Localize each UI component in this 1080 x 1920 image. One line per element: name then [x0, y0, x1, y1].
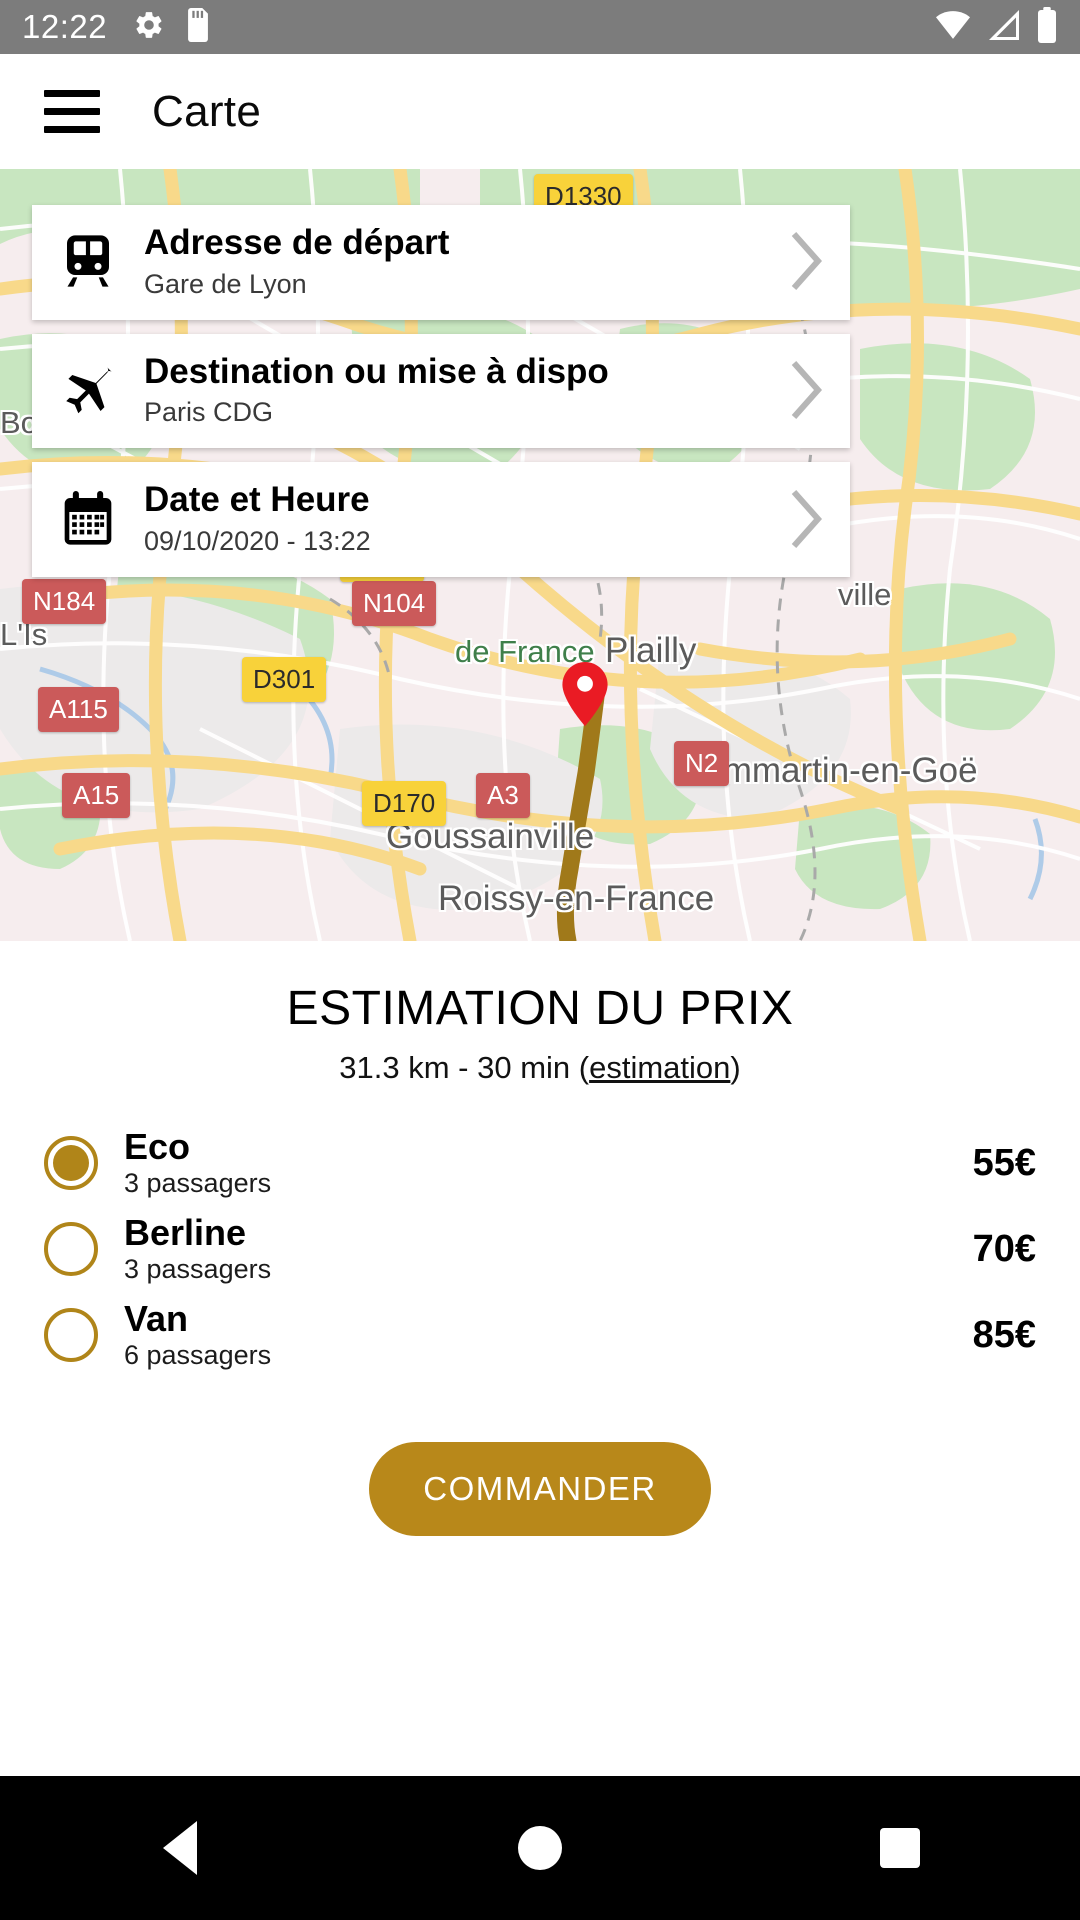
- vehicle-name: Berline: [124, 1211, 247, 1253]
- android-nav-bar: [0, 1776, 1080, 1920]
- datetime-field[interactable]: Date et Heure 09/10/2020 - 13:22: [32, 462, 850, 577]
- back-triangle-icon: [163, 1821, 197, 1875]
- vehicle-option-text: Berline 3 passagers: [124, 1211, 973, 1284]
- signal-icon: [986, 8, 1022, 47]
- map-view[interactable]: Saint-Maximin de France Plailly Dammarti…: [0, 169, 1080, 941]
- road-shield: A115: [38, 687, 119, 732]
- vehicle-name: Eco: [124, 1125, 191, 1167]
- estimation-suffix: ): [730, 1050, 741, 1085]
- datetime-body: Date et Heure 09/10/2020 - 13:22: [144, 480, 762, 557]
- nav-back-button[interactable]: [120, 1821, 240, 1875]
- airplane-icon: [32, 361, 144, 419]
- map-label: ville: [838, 577, 892, 612]
- vehicle-passengers: 6 passagers: [124, 1339, 272, 1370]
- hamburger-menu-icon[interactable]: [44, 90, 100, 133]
- vehicle-price: 85€: [972, 1313, 1036, 1356]
- location-pin-marker: [562, 662, 608, 726]
- price-estimation-section: ESTIMATION DU PRIX 31.3 km - 30 min (est…: [0, 941, 1080, 1086]
- vehicle-option-van[interactable]: Van 6 passagers 85€: [0, 1292, 1080, 1378]
- app-bar: Carte: [0, 54, 1080, 169]
- status-right-icons: [934, 6, 1058, 48]
- datetime-label: Date et Heure: [144, 480, 370, 520]
- settings-gear-icon: [133, 9, 165, 46]
- hamburger-line: [44, 126, 100, 133]
- road-shield: N104: [352, 581, 437, 626]
- train-icon: [32, 233, 144, 289]
- estimation-link[interactable]: estimation: [589, 1050, 730, 1085]
- destination-field[interactable]: Destination ou mise à dispo Paris CDG: [32, 333, 850, 449]
- road-shield: N2: [674, 741, 730, 786]
- home-circle-icon: [518, 1826, 562, 1870]
- sd-card-icon: [185, 7, 211, 47]
- vehicle-name: Van: [124, 1297, 189, 1339]
- hamburger-line: [44, 108, 100, 115]
- trip-form: Adresse de départ Gare de Lyon Destinati…: [32, 205, 850, 577]
- departure-address-value: Gare de Lyon: [144, 268, 307, 299]
- road-shield: D301: [242, 657, 327, 702]
- wifi-icon: [934, 8, 972, 47]
- departure-address-field[interactable]: Adresse de départ Gare de Lyon: [32, 205, 850, 320]
- departure-address-body: Adresse de départ Gare de Lyon: [144, 223, 762, 300]
- road-shield: N184: [22, 579, 107, 624]
- road-shield: A15: [62, 773, 131, 818]
- vehicle-price: 70€: [972, 1227, 1036, 1270]
- radio-van[interactable]: [44, 1308, 98, 1362]
- map-label: Plailly: [605, 631, 697, 670]
- vehicle-option-eco[interactable]: Eco 3 passagers 55€: [0, 1120, 1080, 1206]
- vehicle-option-text: Eco 3 passagers: [124, 1125, 973, 1198]
- chevron-right-icon[interactable]: [762, 231, 850, 291]
- radio-eco[interactable]: [44, 1136, 98, 1190]
- vehicle-options-list: Eco 3 passagers 55€ Berline 3 passagers …: [0, 1120, 1080, 1378]
- battery-icon: [1036, 6, 1058, 48]
- chevron-right-icon[interactable]: [762, 360, 850, 420]
- status-left-icons: [133, 7, 211, 47]
- departure-address-label: Adresse de départ: [144, 223, 450, 262]
- road-shield: A3: [476, 773, 530, 818]
- status-bar: 12:22: [0, 0, 1080, 54]
- status-time: 12:22: [22, 8, 108, 45]
- vehicle-option-berline[interactable]: Berline 3 passagers 70€: [0, 1206, 1080, 1292]
- road-shield: D170: [362, 781, 447, 826]
- vehicle-passengers: 3 passagers: [124, 1253, 272, 1284]
- estimation-details: 31.3 km - 30 min (estimation): [0, 1050, 1080, 1086]
- vehicle-option-text: Van 6 passagers: [124, 1297, 973, 1370]
- recents-square-icon: [880, 1828, 920, 1868]
- destination-value: Paris CDG: [144, 397, 274, 428]
- page-title: Carte: [152, 86, 262, 136]
- vehicle-price: 55€: [972, 1141, 1036, 1184]
- estimation-distance-time: 31.3 km - 30 min (: [339, 1050, 590, 1085]
- radio-berline[interactable]: [44, 1222, 98, 1276]
- nav-recents-button[interactable]: [840, 1828, 960, 1868]
- cta-container: COMMANDER: [0, 1442, 1080, 1536]
- calendar-icon: [32, 490, 144, 547]
- datetime-value: 09/10/2020 - 13:22: [144, 525, 371, 556]
- destination-label: Destination ou mise à dispo: [144, 351, 609, 391]
- nav-home-button[interactable]: [480, 1826, 600, 1870]
- destination-body: Destination ou mise à dispo Paris CDG: [144, 352, 762, 429]
- hamburger-line: [44, 90, 100, 97]
- vehicle-passengers: 3 passagers: [124, 1167, 272, 1198]
- order-button[interactable]: COMMANDER: [369, 1442, 711, 1536]
- estimation-title: ESTIMATION DU PRIX: [286, 982, 794, 1035]
- chevron-right-icon[interactable]: [762, 489, 850, 549]
- map-label: Roissy-en-France: [438, 879, 715, 918]
